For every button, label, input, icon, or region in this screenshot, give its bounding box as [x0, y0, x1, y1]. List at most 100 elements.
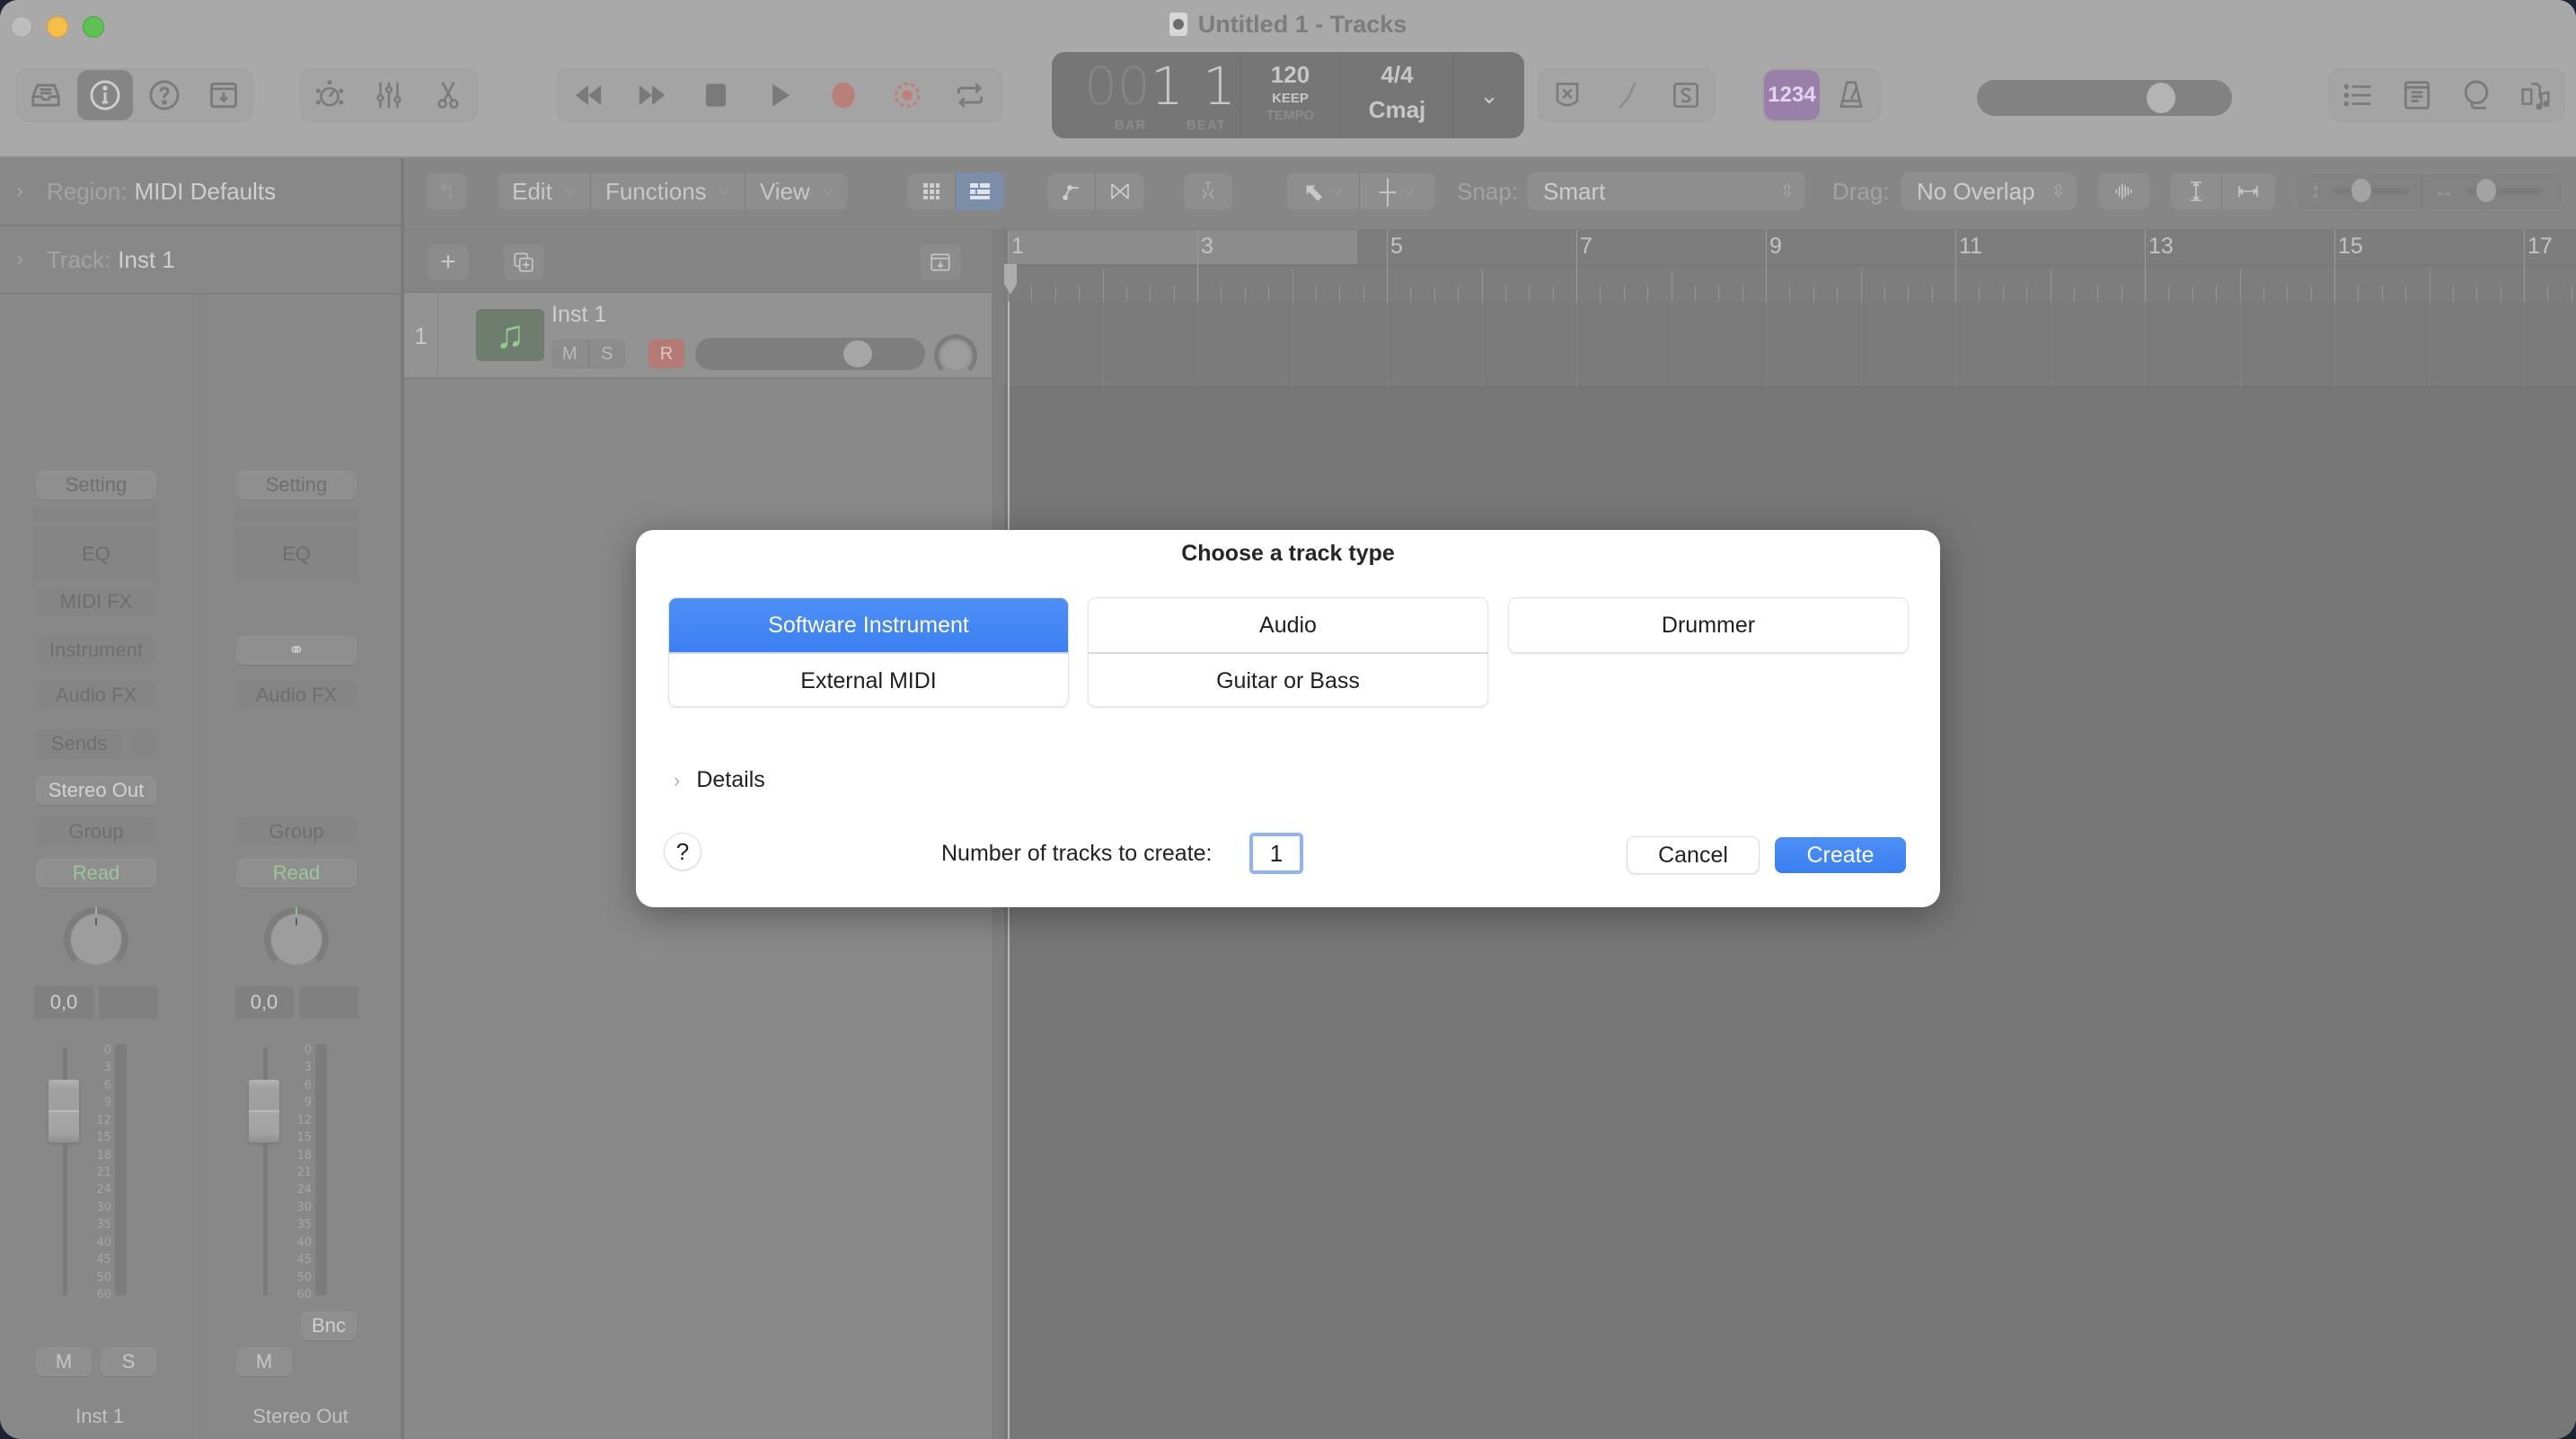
duplicate-track-button[interactable] — [503, 244, 544, 280]
notepad-button[interactable] — [2389, 70, 2445, 120]
replace-button[interactable] — [1539, 70, 1595, 120]
guitar-or-bass-option[interactable]: Guitar or Bass — [1089, 652, 1487, 706]
volume-readout[interactable]: 0,0 — [34, 986, 93, 1019]
help-button[interactable]: ? — [665, 834, 701, 870]
fast-forward-button[interactable] — [624, 70, 680, 120]
details-disclosure[interactable]: › Details — [674, 767, 765, 793]
browsers-button[interactable] — [2508, 70, 2563, 120]
peak-readout[interactable] — [99, 986, 158, 1019]
tracks-view-button[interactable] — [956, 172, 1004, 210]
track-name[interactable]: Inst 1 — [551, 302, 606, 328]
metronome-button[interactable] — [1823, 70, 1879, 120]
vertical-zoom-knob[interactable] — [2351, 179, 2371, 202]
track-icon[interactable]: ♫ — [476, 309, 544, 361]
smart-controls-button[interactable] — [302, 70, 357, 120]
count-in-button[interactable]: 1234 — [1764, 70, 1820, 120]
track-volume-knob[interactable] — [842, 340, 872, 367]
play-button[interactable] — [752, 70, 807, 120]
drummer-option[interactable]: Drummer — [1509, 598, 1908, 652]
solo-button[interactable]: S — [101, 1347, 156, 1376]
track-mute-button[interactable]: M — [551, 340, 589, 368]
track-pan-knob[interactable] — [934, 334, 977, 377]
mute-button[interactable]: M — [236, 1347, 292, 1376]
peak-readout[interactable] — [299, 986, 358, 1019]
volume-fader[interactable] — [249, 1080, 279, 1143]
sends-slot[interactable]: Sends — [36, 729, 122, 758]
lcd-signature-key[interactable]: 4/4 Cmaj — [1341, 52, 1454, 138]
horizontal-zoom-knob[interactable] — [2476, 179, 2496, 202]
send-level-knob[interactable] — [129, 729, 158, 758]
tuner-button[interactable] — [1599, 70, 1654, 120]
cycle-button[interactable] — [942, 70, 998, 120]
stereo-link-button[interactable]: ⚭ — [236, 636, 357, 665]
mixer-button[interactable] — [361, 70, 417, 120]
output-slot[interactable]: Stereo Out — [36, 776, 156, 805]
mute-button[interactable]: M — [36, 1347, 92, 1376]
pan-knob[interactable] — [264, 907, 329, 972]
external-midi-option[interactable]: External MIDI — [669, 652, 1068, 706]
audio-fx-slot[interactable]: Audio FX — [236, 681, 357, 710]
record-enable-button[interactable]: R — [648, 340, 684, 368]
vertical-zoom-slider[interactable] — [2333, 179, 2409, 202]
track-count-input[interactable] — [1249, 833, 1303, 874]
edit-menu[interactable]: Edit ⌵ — [498, 172, 591, 210]
setting-button[interactable]: Setting — [36, 471, 156, 499]
setting-button[interactable]: Setting — [236, 471, 357, 499]
bar-ruler[interactable]: 135791113151719 — [1004, 230, 2576, 302]
editors-button[interactable] — [420, 70, 476, 120]
horizontal-zoom-slider[interactable] — [2466, 179, 2543, 202]
track-inspector-header[interactable]: › Track: Inst 1 — [0, 226, 401, 295]
master-volume-knob[interactable] — [2147, 83, 2175, 113]
lcd-tempo[interactable]: 120 KEEP TEMPO — [1240, 52, 1341, 138]
inspector-button[interactable] — [77, 70, 133, 120]
horizontal-auto-zoom-button[interactable] — [2222, 172, 2274, 210]
global-tracks-button[interactable] — [920, 244, 961, 280]
flex-button[interactable] — [1096, 172, 1144, 210]
solo-button[interactable] — [1658, 70, 1714, 120]
track-volume-slider[interactable] — [695, 338, 925, 370]
waveform-zoom-button[interactable] — [2098, 172, 2150, 210]
group-slot[interactable]: Group — [36, 817, 156, 846]
command-click-tool-menu[interactable]: ┼ ⌵ — [1360, 172, 1434, 210]
add-track-button[interactable]: + — [428, 244, 469, 280]
audio-option[interactable]: Audio — [1089, 598, 1487, 652]
left-click-tool-menu[interactable]: ⬉ ⌵ — [1286, 172, 1360, 210]
automation-mode-button[interactable]: Read — [236, 859, 357, 887]
bounce-button[interactable]: Bnc — [301, 1311, 357, 1340]
lcd-position[interactable]: 00 1 1 BAR BEAT — [1052, 52, 1240, 138]
go-up-button[interactable]: ↰ — [426, 172, 467, 210]
midi-fx-slot[interactable]: MIDI FX — [36, 587, 156, 616]
vertical-auto-zoom-button[interactable] — [2170, 172, 2222, 210]
quick-help-button[interactable] — [137, 70, 192, 120]
drag-popup[interactable]: No Overlap ⇳ — [1901, 172, 2077, 210]
rewind-button[interactable] — [560, 70, 616, 120]
track-header[interactable]: 1 ♫ Inst 1 M S R — [404, 293, 992, 379]
track-solo-button[interactable]: S — [589, 340, 626, 368]
list-editors-button[interactable] — [2330, 70, 2386, 120]
volume-fader[interactable] — [49, 1080, 79, 1143]
volume-readout[interactable]: 0,0 — [234, 986, 294, 1019]
cancel-button[interactable]: Cancel — [1628, 837, 1759, 873]
software-instrument-option[interactable]: Software Instrument — [669, 598, 1068, 652]
view-menu[interactable]: View ⌵ — [745, 172, 848, 210]
catch-button[interactable] — [1184, 172, 1232, 210]
track-lane[interactable] — [1004, 302, 2576, 388]
grid-view-button[interactable] — [907, 172, 956, 210]
snap-popup[interactable]: Smart ⇳ — [1527, 172, 1805, 210]
stop-button[interactable] — [688, 70, 744, 120]
library-button[interactable] — [18, 70, 74, 120]
playhead-handle[interactable] — [1004, 264, 1017, 295]
audio-fx-slot[interactable]: Audio FX — [36, 681, 156, 710]
pan-knob[interactable] — [64, 907, 128, 972]
instrument-slot[interactable]: Instrument — [36, 636, 156, 665]
eq-slot[interactable]: EQ — [34, 526, 158, 582]
lcd-display[interactable]: 00 1 1 BAR BEAT 120 KEEP TEMPO 4/4 Cmaj … — [1052, 52, 1524, 138]
record-button[interactable] — [816, 70, 871, 120]
toolbar-button[interactable] — [196, 70, 251, 120]
create-button[interactable]: Create — [1775, 837, 1906, 873]
automation-mode-button[interactable]: Read — [36, 859, 156, 887]
cycle-region[interactable] — [1008, 230, 1357, 264]
capture-recording-button[interactable] — [879, 70, 935, 120]
automation-button[interactable] — [1047, 172, 1096, 210]
eq-slot[interactable]: EQ — [234, 526, 358, 582]
